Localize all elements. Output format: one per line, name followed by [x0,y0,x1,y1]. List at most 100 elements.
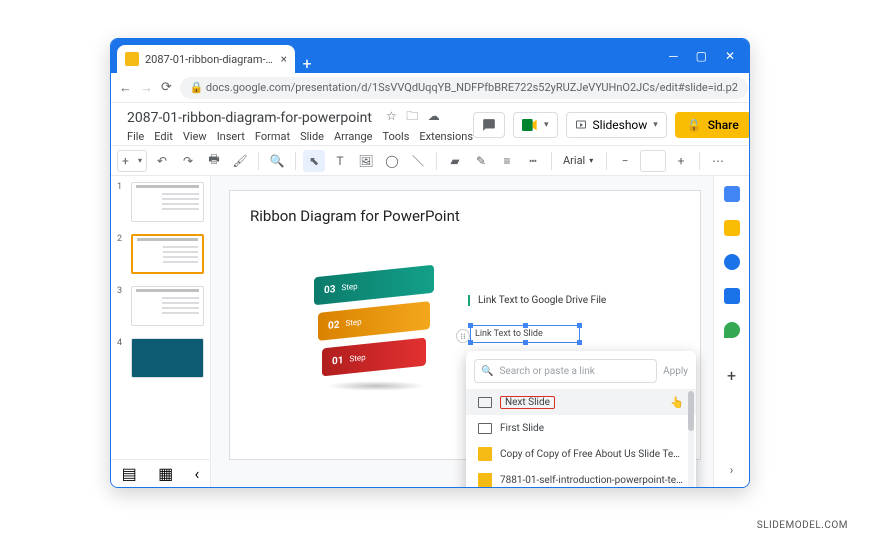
close-window-icon[interactable]: ✕ [725,49,735,63]
link-results-list: Next Slide 👆 First Slide Copy of Copy of… [466,389,696,487]
more-tools-button[interactable]: ⋯ [707,150,729,172]
undo-button[interactable]: ↶ [151,150,173,172]
app-header: 2087-01-ribbon-diagram-for-powerpoint ☆ … [111,103,749,146]
slide-title: Ribbon Diagram for PowerPoint [250,207,680,225]
maps-icon[interactable] [724,322,740,338]
selected-textbox[interactable]: Link Text to Slide [470,325,580,343]
slides-doc-icon [478,473,492,487]
url-text: docs.google.com/presentation/d/1SsVVQdUq… [206,81,738,94]
new-tab-button[interactable]: + [295,54,319,73]
calendar-icon[interactable] [724,186,740,202]
font-inc-button[interactable]: + [670,150,692,172]
tab-strip: 2087-01-ribbon-diagram-for-po × + [111,39,655,73]
addons-icon[interactable]: + [727,366,736,385]
menu-slide[interactable]: Slide [300,130,324,143]
link-item-doc-1[interactable]: Copy of Copy of Free About Us Slide Temp… [466,441,696,467]
image-tool[interactable]: 🖼 [355,150,377,172]
work-area: 1 2 3 4 ▤ ▦ ‹ [111,176,749,487]
slide-thumb-4[interactable]: 4 [117,338,204,378]
contacts-icon[interactable] [724,288,740,304]
slideshow-label: Slideshow [593,118,648,132]
font-dec-button[interactable]: − [614,150,636,172]
move-icon[interactable]: 🗀 [406,109,418,123]
slide-thumb-1[interactable]: 1 [117,182,204,222]
menu-edit[interactable]: Edit [154,130,173,143]
link-scrollbar[interactable] [688,391,694,487]
link-search-input[interactable]: 🔍 Search or paste a link [474,359,657,383]
browser-tab[interactable]: 2087-01-ribbon-diagram-for-po × [117,45,295,73]
address-bar: ← → ⟳ 🔒 docs.google.com/presentation/d/1… [111,73,749,103]
document-name[interactable]: 2087-01-ribbon-diagram-for-powerpoint [127,110,372,126]
insert-link-popup: 🔍 Search or paste a link Apply Next Slid… [466,351,696,487]
slides-doc-icon [478,447,492,461]
slide-thumb-2[interactable]: 2 [117,234,204,274]
omnibox[interactable]: 🔒 docs.google.com/presentation/d/1SsVVQd… [180,77,748,99]
filmstrip-footer: ▤ ▦ ‹ [111,459,211,487]
menu-bar: File Edit View Insert Format Slide Arran… [127,130,473,143]
share-label: Share [708,118,739,132]
tab-close-icon[interactable]: × [281,52,287,66]
ribbon-graphic: 03Step 02Step 01Step [314,277,434,391]
collapse-filmstrip-icon[interactable]: ‹ [195,464,200,483]
comment-history-button[interactable] [473,112,505,138]
border-weight-button[interactable]: ≡ [496,150,518,172]
titlebar: 2087-01-ribbon-diagram-for-po × + ─ ▢ ✕ [111,39,749,73]
cursor-icon: 👆 [670,396,684,409]
menu-extensions[interactable]: Extensions [419,130,473,143]
window-controls: ─ ▢ ✕ [655,39,749,73]
maximize-icon[interactable]: ▢ [696,49,707,63]
font-size-field[interactable] [640,150,666,172]
attribution-text: SLIDEMODEL.COM [757,520,848,531]
side-panel-rail: + › [713,176,749,487]
textbox-tool[interactable]: T [329,150,351,172]
filmstrip[interactable]: 1 2 3 4 [111,176,211,487]
slide-icon [478,423,492,434]
line-tool[interactable]: ＼ [407,150,429,172]
toolbar: +▾ ↶ ↷ 🖶 🖌 🔍 ⬉ T 🖼 ◯ ＼ ▰ ✎ ≡ ┅ Arial▾ − … [111,146,749,176]
filmstrip-view-icon[interactable]: ▤ [122,464,137,483]
link-item-first-slide[interactable]: First Slide [466,415,696,441]
meet-button[interactable]: ▾ [513,112,558,138]
keep-icon[interactable] [724,220,740,236]
link-item-doc-2[interactable]: 7881-01-self-introduction-powerpoint-tem… [466,467,696,487]
menu-tools[interactable]: Tools [382,130,409,143]
collapse-rail-icon[interactable]: › [730,463,734,477]
link-item-next-slide[interactable]: Next Slide 👆 [466,389,696,415]
forward-icon[interactable]: → [140,80,153,96]
share-button[interactable]: 🔒 Share [675,112,750,138]
paint-format-button[interactable]: 🖌 [229,150,251,172]
canvas-area[interactable]: Ribbon Diagram for PowerPoint 03Step 02S… [211,176,713,487]
minimize-icon[interactable]: ─ [669,49,678,63]
link-text-1[interactable]: Link Text to Google Drive File [468,295,606,306]
border-color-button[interactable]: ✎ [470,150,492,172]
menu-arrange[interactable]: Arrange [334,130,372,143]
lock-icon: 🔒 [687,118,702,132]
slide-thumb-3[interactable]: 3 [117,286,204,326]
tasks-icon[interactable] [724,254,740,270]
print-button[interactable]: 🖶 [203,150,225,172]
fill-color-button[interactable]: ▰ [444,150,466,172]
select-tool[interactable]: ⬉ [303,150,325,172]
star-icon[interactable]: ☆ [386,109,397,123]
menu-format[interactable]: Format [255,130,290,143]
link-search-placeholder: Search or paste a link [499,366,594,377]
new-slide-button[interactable]: +▾ [117,150,147,172]
slideshow-button[interactable]: Slideshow ▾ [566,112,667,138]
back-icon[interactable]: ← [119,80,132,96]
slide-canvas[interactable]: Ribbon Diagram for PowerPoint 03Step 02S… [229,190,701,460]
menu-view[interactable]: View [183,130,207,143]
border-dash-button[interactable]: ┅ [522,150,544,172]
zoom-button[interactable]: 🔍 [266,150,288,172]
search-icon: 🔍 [481,366,493,377]
menu-file[interactable]: File [127,130,144,143]
font-selector[interactable]: Arial▾ [559,154,599,167]
slides-app: 2087-01-ribbon-diagram-for-powerpoint ☆ … [111,103,749,487]
cloud-status-icon[interactable]: ☁ [428,109,440,123]
slide-icon [478,397,492,408]
shape-tool[interactable]: ◯ [381,150,403,172]
reload-icon[interactable]: ⟳ [161,80,172,96]
menu-insert[interactable]: Insert [217,130,245,143]
redo-button[interactable]: ↷ [177,150,199,172]
grid-view-icon[interactable]: ▦ [158,464,173,483]
apply-link-button[interactable]: Apply [663,366,688,377]
